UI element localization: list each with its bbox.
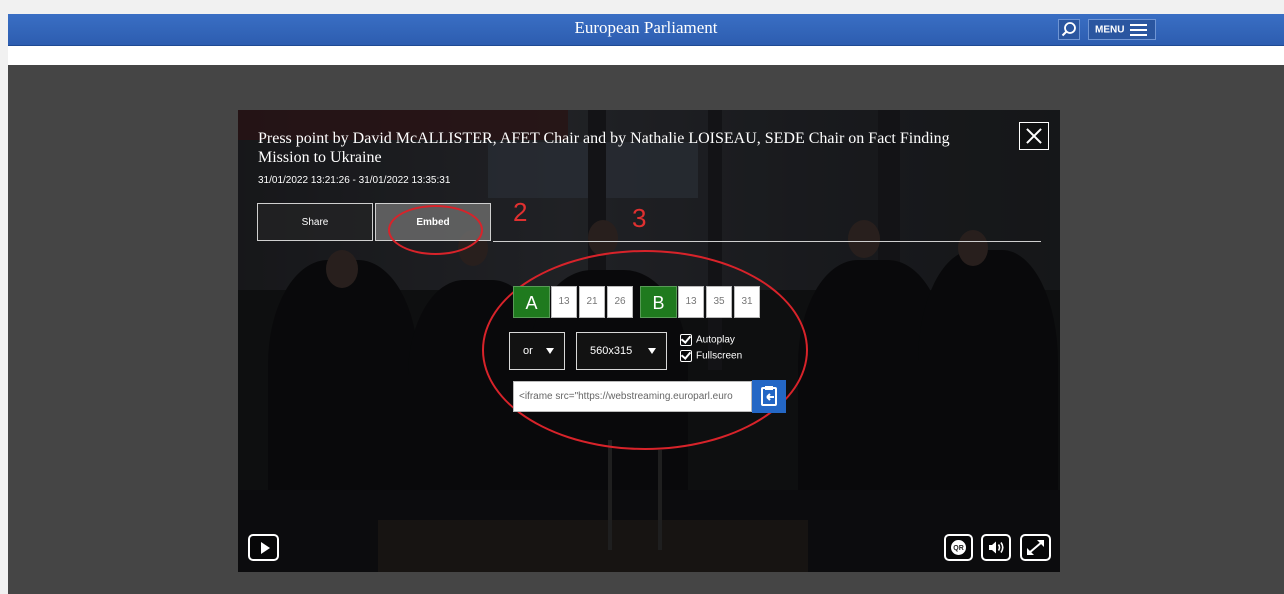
timecode-a-minutes[interactable]: 21 [579, 286, 605, 318]
video-player: Press point by David McALLISTER, AFET Ch… [238, 110, 1060, 572]
annotation-circle-embed-tab [388, 205, 483, 255]
checkbox-checked-icon [680, 334, 692, 346]
size-select-value: 560x315 [590, 345, 633, 357]
volume-icon [989, 541, 1004, 554]
chevron-down-icon [546, 348, 554, 354]
fullscreen-checkbox[interactable]: Fullscreen [680, 350, 742, 362]
fullscreen-label: Fullscreen [696, 350, 743, 362]
timecode-b-seconds[interactable]: 31 [734, 286, 760, 318]
annotation-number-3: 3 [632, 203, 647, 233]
volume-button[interactable] [981, 534, 1011, 561]
fullscreen-button[interactable] [1020, 534, 1051, 561]
timecode-b-label: B [640, 286, 677, 318]
language-select-value: or [523, 345, 533, 357]
svg-text:QR: QR [953, 545, 964, 552]
copy-clipboard-icon [761, 386, 777, 406]
time-range: 31/01/2022 13:21:26 - 31/01/2022 13:35:3… [258, 175, 451, 186]
close-button[interactable] [1019, 122, 1049, 150]
play-icon [261, 542, 270, 554]
menu-button[interactable]: MENU [1088, 19, 1156, 40]
size-select[interactable]: 560x315 [576, 332, 667, 370]
timecode-b-minutes[interactable]: 35 [706, 286, 732, 318]
timecode-a-seconds[interactable]: 26 [607, 286, 633, 318]
copy-embed-button[interactable] [752, 380, 786, 413]
embed-code-field[interactable]: <iframe src="https://webstreaming.europa… [513, 381, 752, 412]
timecode-b-hours[interactable]: 13 [678, 286, 704, 318]
search-icon [1061, 22, 1076, 37]
tab-share[interactable]: Share [257, 203, 373, 241]
menu-icon [1130, 24, 1148, 36]
checkbox-checked-icon [680, 350, 692, 362]
timecode-a-hours[interactable]: 13 [551, 286, 577, 318]
autoplay-checkbox[interactable]: Autoplay [680, 334, 735, 346]
qr-code-icon: QR [951, 540, 966, 555]
menu-label: MENU [1095, 24, 1125, 36]
fullscreen-icon [1027, 540, 1044, 555]
header-spacer [8, 46, 1284, 65]
play-button[interactable] [248, 534, 279, 561]
annotation-number-2: 2 [513, 197, 528, 227]
qr-code-button[interactable]: QR [944, 534, 973, 561]
timecode-a-label: A [513, 286, 550, 318]
chevron-down-icon [648, 348, 656, 354]
site-header: European Parliament MENU [8, 14, 1284, 46]
autoplay-label: Autoplay [696, 334, 735, 346]
video-title: Press point by David McALLISTER, AFET Ch… [258, 130, 950, 166]
language-select[interactable]: or [509, 332, 565, 370]
search-button[interactable] [1058, 19, 1080, 40]
tab-underline [493, 241, 1041, 242]
